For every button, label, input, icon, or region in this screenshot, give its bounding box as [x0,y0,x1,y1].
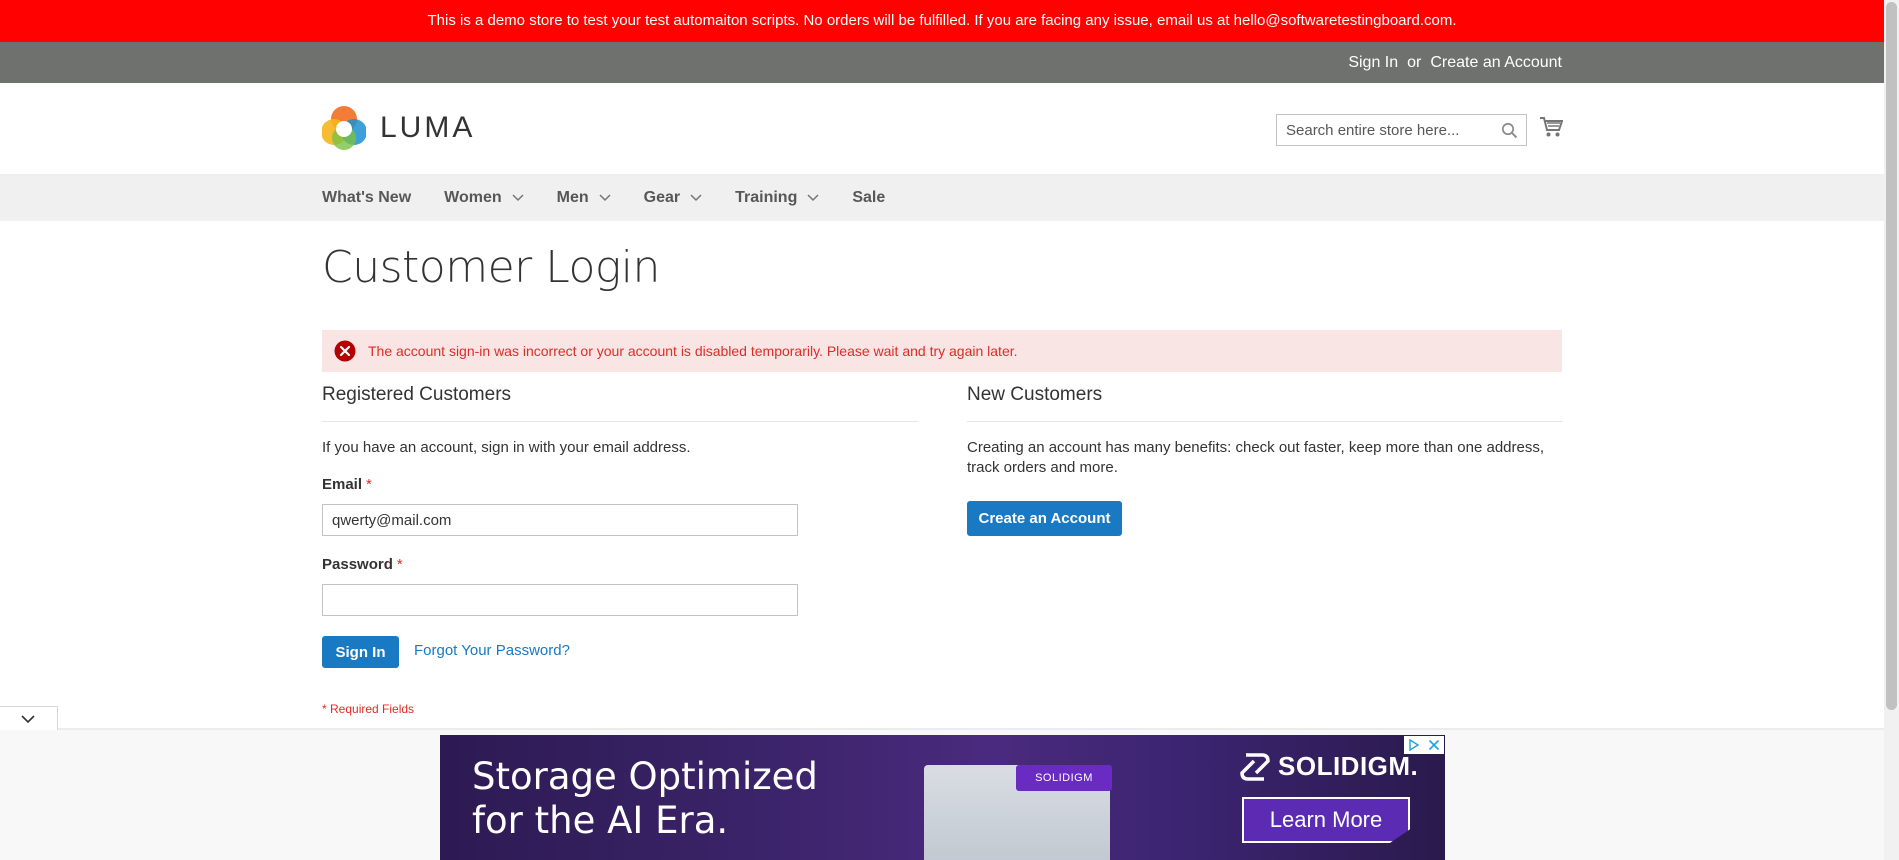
ad-product-badge: SOLIDIGM [1016,765,1112,791]
create-account-button[interactable]: Create an Account [967,501,1122,536]
email-field[interactable] [322,504,798,536]
demo-store-banner: This is a demo store to test your test a… [0,0,1884,42]
required-fields-note: * Required Fields [322,702,415,716]
password-label-text: Password [322,556,393,573]
nav-item-label: Sale [852,188,886,206]
new-customers-title: New Customers [967,384,1563,422]
registered-customers-intro: If you have an account, sign in with you… [322,439,691,456]
email-label: Email * [322,476,372,493]
nav-item-label: Training [735,188,798,206]
ad-divider [0,728,1884,730]
error-icon [334,340,356,362]
registered-customers-title: Registered Customers [322,384,918,422]
ad-headline: Storage Optimized for the AI Era. [472,755,818,843]
new-customers-block: New Customers Creating an account has ma… [967,384,1563,478]
main-navigation: What's New Women Men Gear Training Sale [0,174,1884,221]
ad-headline-line2: for the AI Era. [472,799,729,842]
nav-item-whats-new[interactable]: What's New [322,189,411,207]
chevron-down-icon [690,193,702,201]
forgot-password-link[interactable]: Forgot Your Password? [414,642,570,659]
password-field[interactable] [322,584,798,616]
nav-item-women[interactable]: Women [444,188,524,207]
sign-in-link[interactable]: Sign In [1348,54,1398,72]
nav-item-gear[interactable]: Gear [644,189,702,207]
ad-collapse-button[interactable] [0,706,58,730]
search-box [1276,114,1527,146]
luma-logo-icon [322,106,366,150]
ad-headline-line1: Storage Optimized [472,755,818,798]
ad-info-icon[interactable] [1404,736,1424,754]
header-links: Sign In or Create an Account [1348,42,1562,83]
create-account-link[interactable]: Create an Account [1430,54,1562,72]
nav-item-label: Gear [643,188,681,206]
required-marker: * [396,556,403,573]
header-content: LUMA [0,83,1884,174]
nav-item-label: Women [444,188,502,206]
nav-item-training[interactable]: Training [735,189,819,207]
sign-in-button[interactable]: Sign In [322,636,399,668]
chevron-down-icon [599,193,611,201]
search-icon[interactable] [1501,122,1518,139]
error-text: The account sign-in was incorrect or you… [368,343,1018,359]
nav-item-sale[interactable]: Sale [852,189,885,207]
password-label: Password * [322,556,403,573]
ad-close-icon[interactable] [1424,736,1444,754]
ad-brand: SOLIDIGM. [1240,751,1418,782]
nav-item-label: Men [556,188,589,206]
scrollbar-thumb[interactable] [1886,2,1897,710]
or-separator: or [1407,53,1422,71]
nav-item-label: What's New [322,188,412,206]
page-title: Customer Login [322,242,660,293]
required-marker: * [366,476,372,493]
email-label-text: Email [322,476,363,493]
ad-brand-text: SOLIDIGM. [1278,751,1419,781]
solidigm-logo-icon [1240,752,1270,781]
ad-banner[interactable]: Storage Optimized for the AI Era. SOLIDI… [440,735,1445,860]
header-panel: Sign In or Create an Account [0,42,1884,83]
logo[interactable]: LUMA [322,105,475,151]
nav-item-men[interactable]: Men [557,189,611,207]
chevron-down-icon [807,193,819,201]
ad-learn-more-button[interactable]: Learn More [1242,797,1410,843]
cart-icon[interactable] [1539,116,1563,138]
demo-banner-text: This is a demo store to test your test a… [427,12,1457,29]
error-message: The account sign-in was incorrect or you… [322,330,1562,372]
new-customers-text: Creating an account has many benefits: c… [967,439,1545,476]
registered-customers-block: Registered Customers If you have an acco… [322,384,918,458]
logo-text: LUMA [380,111,476,144]
chevron-down-icon [512,193,524,201]
search-input[interactable] [1277,115,1487,145]
chevron-down-icon [21,715,35,724]
